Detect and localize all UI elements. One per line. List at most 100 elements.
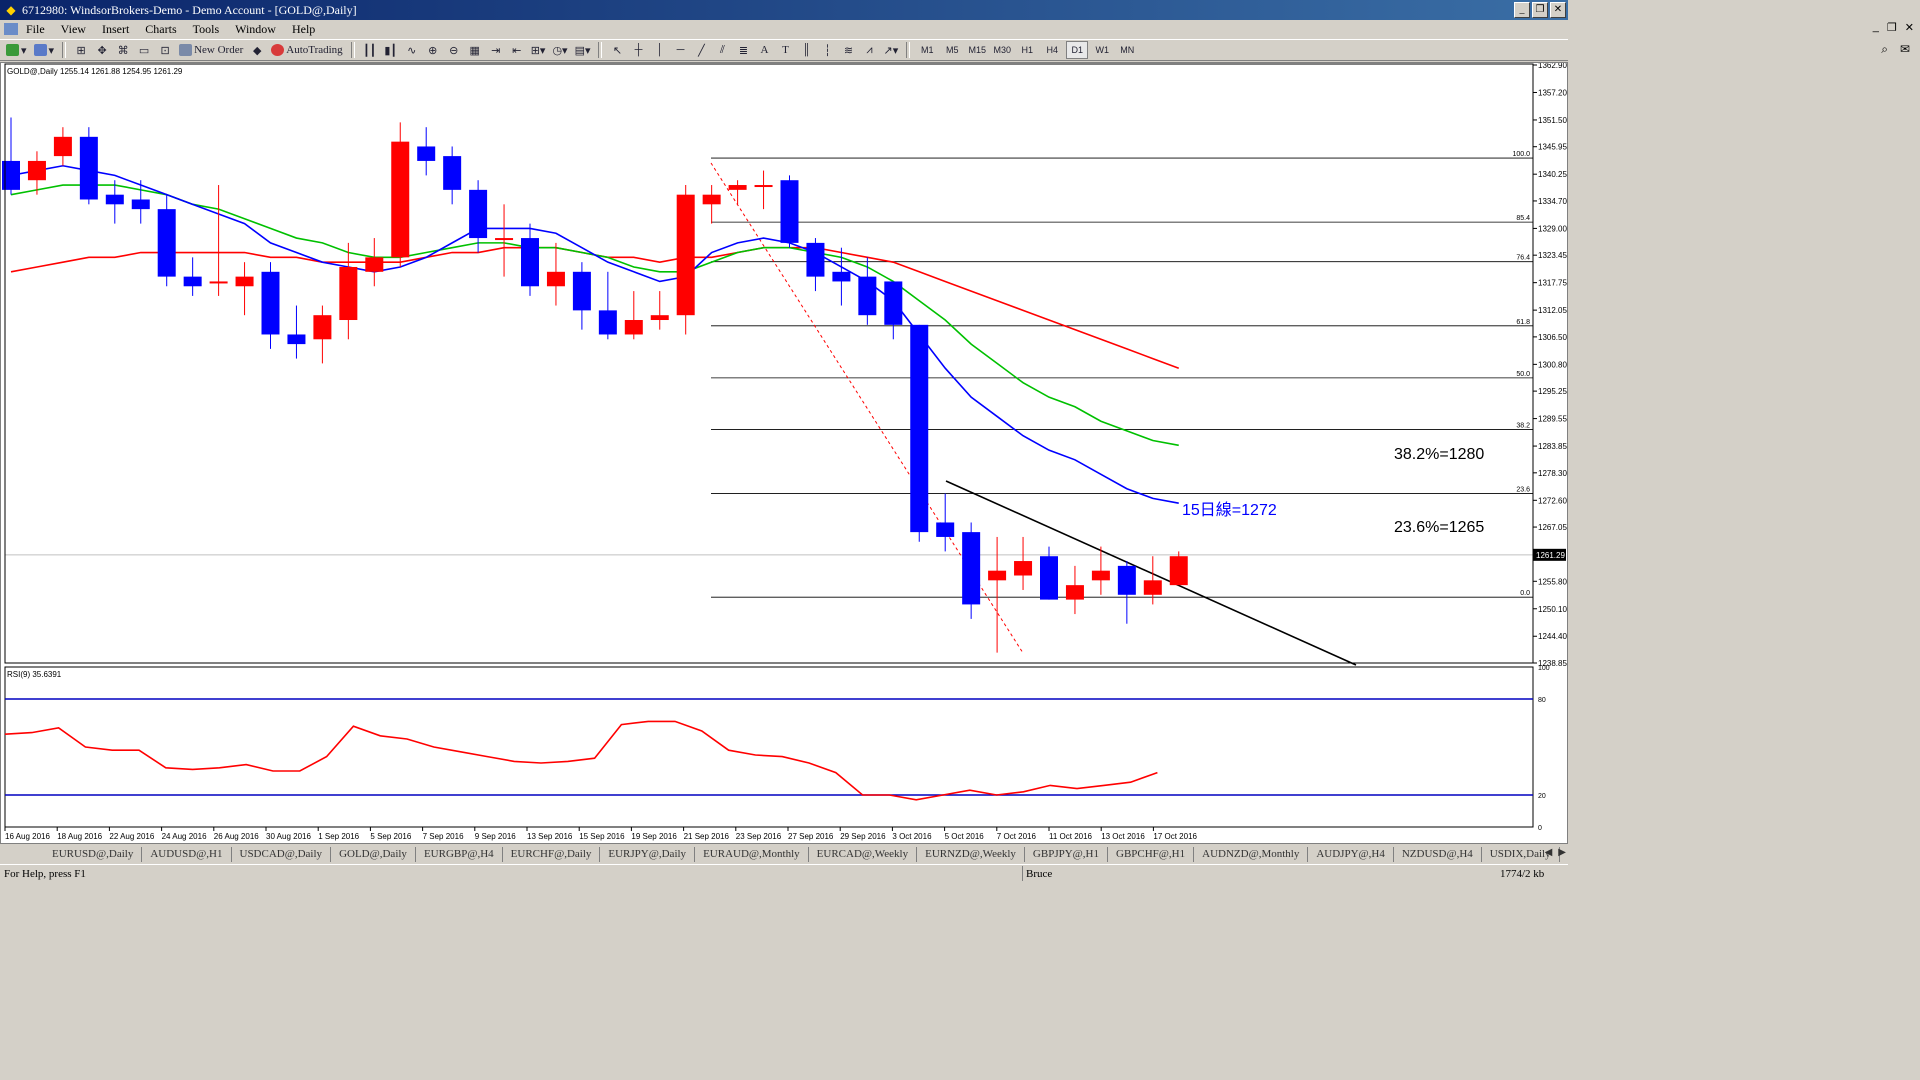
candle-body[interactable] xyxy=(1143,580,1162,595)
menu-view[interactable]: View xyxy=(53,22,94,37)
crosshair-nav-button[interactable]: ✥ xyxy=(93,41,111,59)
equidistant-channel-button[interactable]: ⫽ xyxy=(713,41,731,59)
candle-body[interactable] xyxy=(936,522,955,537)
timeframe-mn[interactable]: MN xyxy=(1116,41,1138,59)
search-icon[interactable]: ⌕ xyxy=(1881,42,1888,57)
candle-body[interactable] xyxy=(650,315,669,321)
candle-body[interactable] xyxy=(339,266,358,321)
chart-tab[interactable]: AUDUSD@,H1 xyxy=(142,847,232,862)
candle-body[interactable] xyxy=(728,185,747,190)
timeframe-h1[interactable]: H1 xyxy=(1016,41,1038,59)
chart-tab[interactable]: EURNZD@,Weekly xyxy=(917,847,1025,862)
candle-body[interactable] xyxy=(313,315,332,340)
candle-body[interactable] xyxy=(365,257,384,272)
candle-body[interactable] xyxy=(443,156,462,190)
candle-body[interactable] xyxy=(676,194,695,316)
candle-body[interactable] xyxy=(702,194,721,205)
candle-body[interactable] xyxy=(988,570,1007,581)
candle-body[interactable] xyxy=(209,281,228,284)
fibonacci-button[interactable]: ≣ xyxy=(734,41,752,59)
candle-body[interactable] xyxy=(391,141,410,258)
chart-tab[interactable]: EURGBP@,H4 xyxy=(416,847,503,862)
timeframe-h4[interactable]: H4 xyxy=(1041,41,1063,59)
candle-body[interactable] xyxy=(754,185,773,188)
chart-tab[interactable]: EURUSD@,Daily xyxy=(0,847,143,862)
restore-button[interactable]: ❐ xyxy=(1532,2,1548,18)
candle-body[interactable] xyxy=(1091,570,1110,581)
menu-charts[interactable]: Charts xyxy=(137,22,184,37)
candle-body[interactable] xyxy=(53,136,72,157)
chart-tab[interactable]: EURJPY@,Daily xyxy=(600,847,696,862)
timeframe-m1[interactable]: M1 xyxy=(916,41,938,59)
chart-tab[interactable]: USDCAD@,Daily xyxy=(232,847,332,862)
mdi-close-button[interactable]: ✕ xyxy=(1905,21,1914,34)
ma-fast-line[interactable] xyxy=(10,164,1179,504)
tile-windows-button[interactable]: ▦ xyxy=(466,41,484,59)
candle-body[interactable] xyxy=(235,276,254,287)
cycle-lines-button[interactable]: ┆ xyxy=(818,41,836,59)
text-label-button[interactable]: T xyxy=(776,41,794,59)
minimize-button[interactable]: _ xyxy=(1514,2,1530,18)
text-button[interactable]: A xyxy=(755,41,773,59)
chart-tab[interactable]: GOLD@,Daily xyxy=(331,847,416,862)
indicators-button[interactable]: ⊞▾ xyxy=(529,41,548,59)
arrows-button[interactable]: ↗▾ xyxy=(881,41,900,59)
autotrading-button[interactable]: AutoTrading xyxy=(269,41,344,59)
mdi-restore-button[interactable]: ❐ xyxy=(1887,21,1897,34)
ma15-annotation[interactable]: 15日線=1272 xyxy=(1182,501,1277,519)
navigator-button[interactable]: ⌘ xyxy=(114,41,132,59)
zoom-in-button[interactable]: ⊕ xyxy=(424,41,442,59)
chart-shift-button[interactable]: ⇤ xyxy=(508,41,526,59)
chart-window[interactable]: 100.0 85.4 76.4 61.8 50.0 38.2 23.6 0.0 1362.90… xyxy=(0,61,1568,844)
menu-window[interactable]: Window xyxy=(227,22,284,37)
candle-body[interactable] xyxy=(27,160,46,181)
menu-tools[interactable]: Tools xyxy=(185,22,228,37)
candle-body[interactable] xyxy=(131,199,150,210)
zoom-out-button[interactable]: ⊖ xyxy=(445,41,463,59)
candle-body[interactable] xyxy=(1117,565,1136,595)
candle-body[interactable] xyxy=(598,310,617,335)
close-button[interactable]: ✕ xyxy=(1550,2,1566,18)
candle-body[interactable] xyxy=(469,189,488,239)
chart-tab[interactable]: AUDNZD@,Monthly xyxy=(1194,847,1309,862)
gann-button[interactable]: ║ xyxy=(797,41,815,59)
chart-canvas[interactable]: 100.0 85.4 76.4 61.8 50.0 38.2 23.6 0.0 1362.90… xyxy=(1,61,1567,843)
candle-body[interactable] xyxy=(858,276,877,316)
cursor-button[interactable]: ↖ xyxy=(608,41,626,59)
tab-scroll-left-icon[interactable]: ◀ xyxy=(1545,847,1553,858)
chart-tab[interactable]: NZDUSD@,H4 xyxy=(1394,847,1482,862)
timeframe-d1[interactable]: D1 xyxy=(1066,41,1089,59)
vertical-line-button[interactable]: │ xyxy=(650,41,668,59)
templates-button[interactable]: ▤▾ xyxy=(573,41,593,59)
candle-body[interactable] xyxy=(884,281,903,325)
timeframe-m30[interactable]: M30 xyxy=(991,41,1013,59)
candle-body[interactable] xyxy=(624,320,643,335)
candle-body[interactable] xyxy=(1014,561,1033,576)
candle-body[interactable] xyxy=(546,271,565,287)
candle-body[interactable] xyxy=(521,238,539,287)
candle-body[interactable] xyxy=(495,238,514,241)
chart-tab[interactable]: EURAUD@,Monthly xyxy=(695,847,809,862)
candle-body[interactable] xyxy=(105,194,124,205)
candle-body[interactable] xyxy=(806,242,825,277)
menu-insert[interactable]: Insert xyxy=(94,22,137,37)
timeframe-m15[interactable]: M15 xyxy=(966,41,988,59)
candlestick-button[interactable]: ▮┃ xyxy=(382,41,400,59)
ma-mid-line[interactable] xyxy=(10,184,1179,447)
menu-help[interactable]: Help xyxy=(284,22,323,37)
chart-tab[interactable]: GBPCHF@,H1 xyxy=(1108,847,1195,862)
ma-slow-line[interactable] xyxy=(10,246,1180,369)
line-chart-button[interactable]: ∿ xyxy=(403,41,421,59)
menu-file[interactable]: File xyxy=(18,22,53,37)
bar-chart-button[interactable]: ┃┃ xyxy=(361,41,379,59)
horizontal-line-button[interactable]: ─ xyxy=(671,41,689,59)
candle-body[interactable] xyxy=(832,271,851,282)
fib-382-annotation[interactable]: 38.2%=1280 xyxy=(1394,446,1484,463)
crosshair-button[interactable]: ┼ xyxy=(629,41,647,59)
tab-scroll-right-icon[interactable]: ▶ xyxy=(1558,847,1566,858)
new-chart-button[interactable]: ▾ xyxy=(4,41,29,59)
timeframe-w1[interactable]: W1 xyxy=(1091,41,1113,59)
candle-body[interactable] xyxy=(417,146,436,161)
terminal-button[interactable]: ▭ xyxy=(135,41,153,59)
candle-body[interactable] xyxy=(780,180,799,243)
